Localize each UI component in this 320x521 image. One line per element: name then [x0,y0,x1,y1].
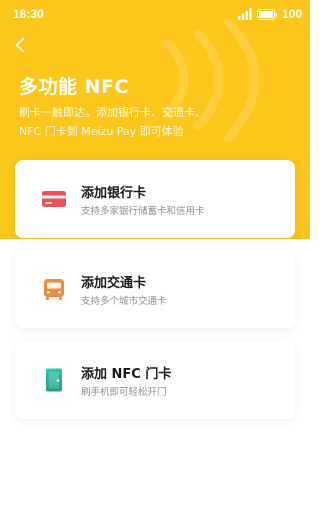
page-title: 多功能 NFC [19,76,129,98]
nfc-screen: 18:30 100 多功能 NFC 刷卡一触即达。添加银行卡、交通卡、 NFC … [0,0,310,521]
card-subtitle: 支持多家银行储蓄卡和信用卡 [81,206,205,217]
add-transit-card-button[interactable]: 添加交通卡 支持多个城市交通卡 [15,250,295,328]
bank-card-icon [41,187,67,211]
description-line-2: NFC 门卡到 Meizu Pay 即可体验 [19,125,184,138]
card-subtitle: 支持多个城市交通卡 [81,296,167,307]
status-time: 18:30 [13,7,44,21]
page-description: 刷卡一触即达。添加银行卡、交通卡、 NFC 门卡到 Meizu Pay 即可体验 [19,103,289,141]
battery-icon [256,8,277,20]
back-button[interactable] [8,33,32,57]
status-bar: 18:30 100 [0,0,310,28]
add-bank-card-button[interactable]: 添加银行卡 支持多家银行储蓄卡和信用卡 [15,160,295,238]
signal-icon [237,8,252,20]
door-icon [41,368,67,392]
bus-icon [41,277,67,301]
add-nfc-door-card-button[interactable]: 添加 NFC 门卡 刷手机即可轻松开门 [15,341,295,419]
card-title: 添加银行卡 [81,186,147,201]
card-title: 添加 NFC 门卡 [81,367,172,382]
battery-level: 100 [281,7,302,21]
card-subtitle: 刷手机即可轻松开门 [81,387,167,398]
status-icons: 100 [237,7,302,21]
description-line-1: 刷卡一触即达。添加银行卡、交通卡、 [19,106,206,119]
chevron-left-icon [15,37,25,53]
card-title: 添加交通卡 [81,276,147,291]
